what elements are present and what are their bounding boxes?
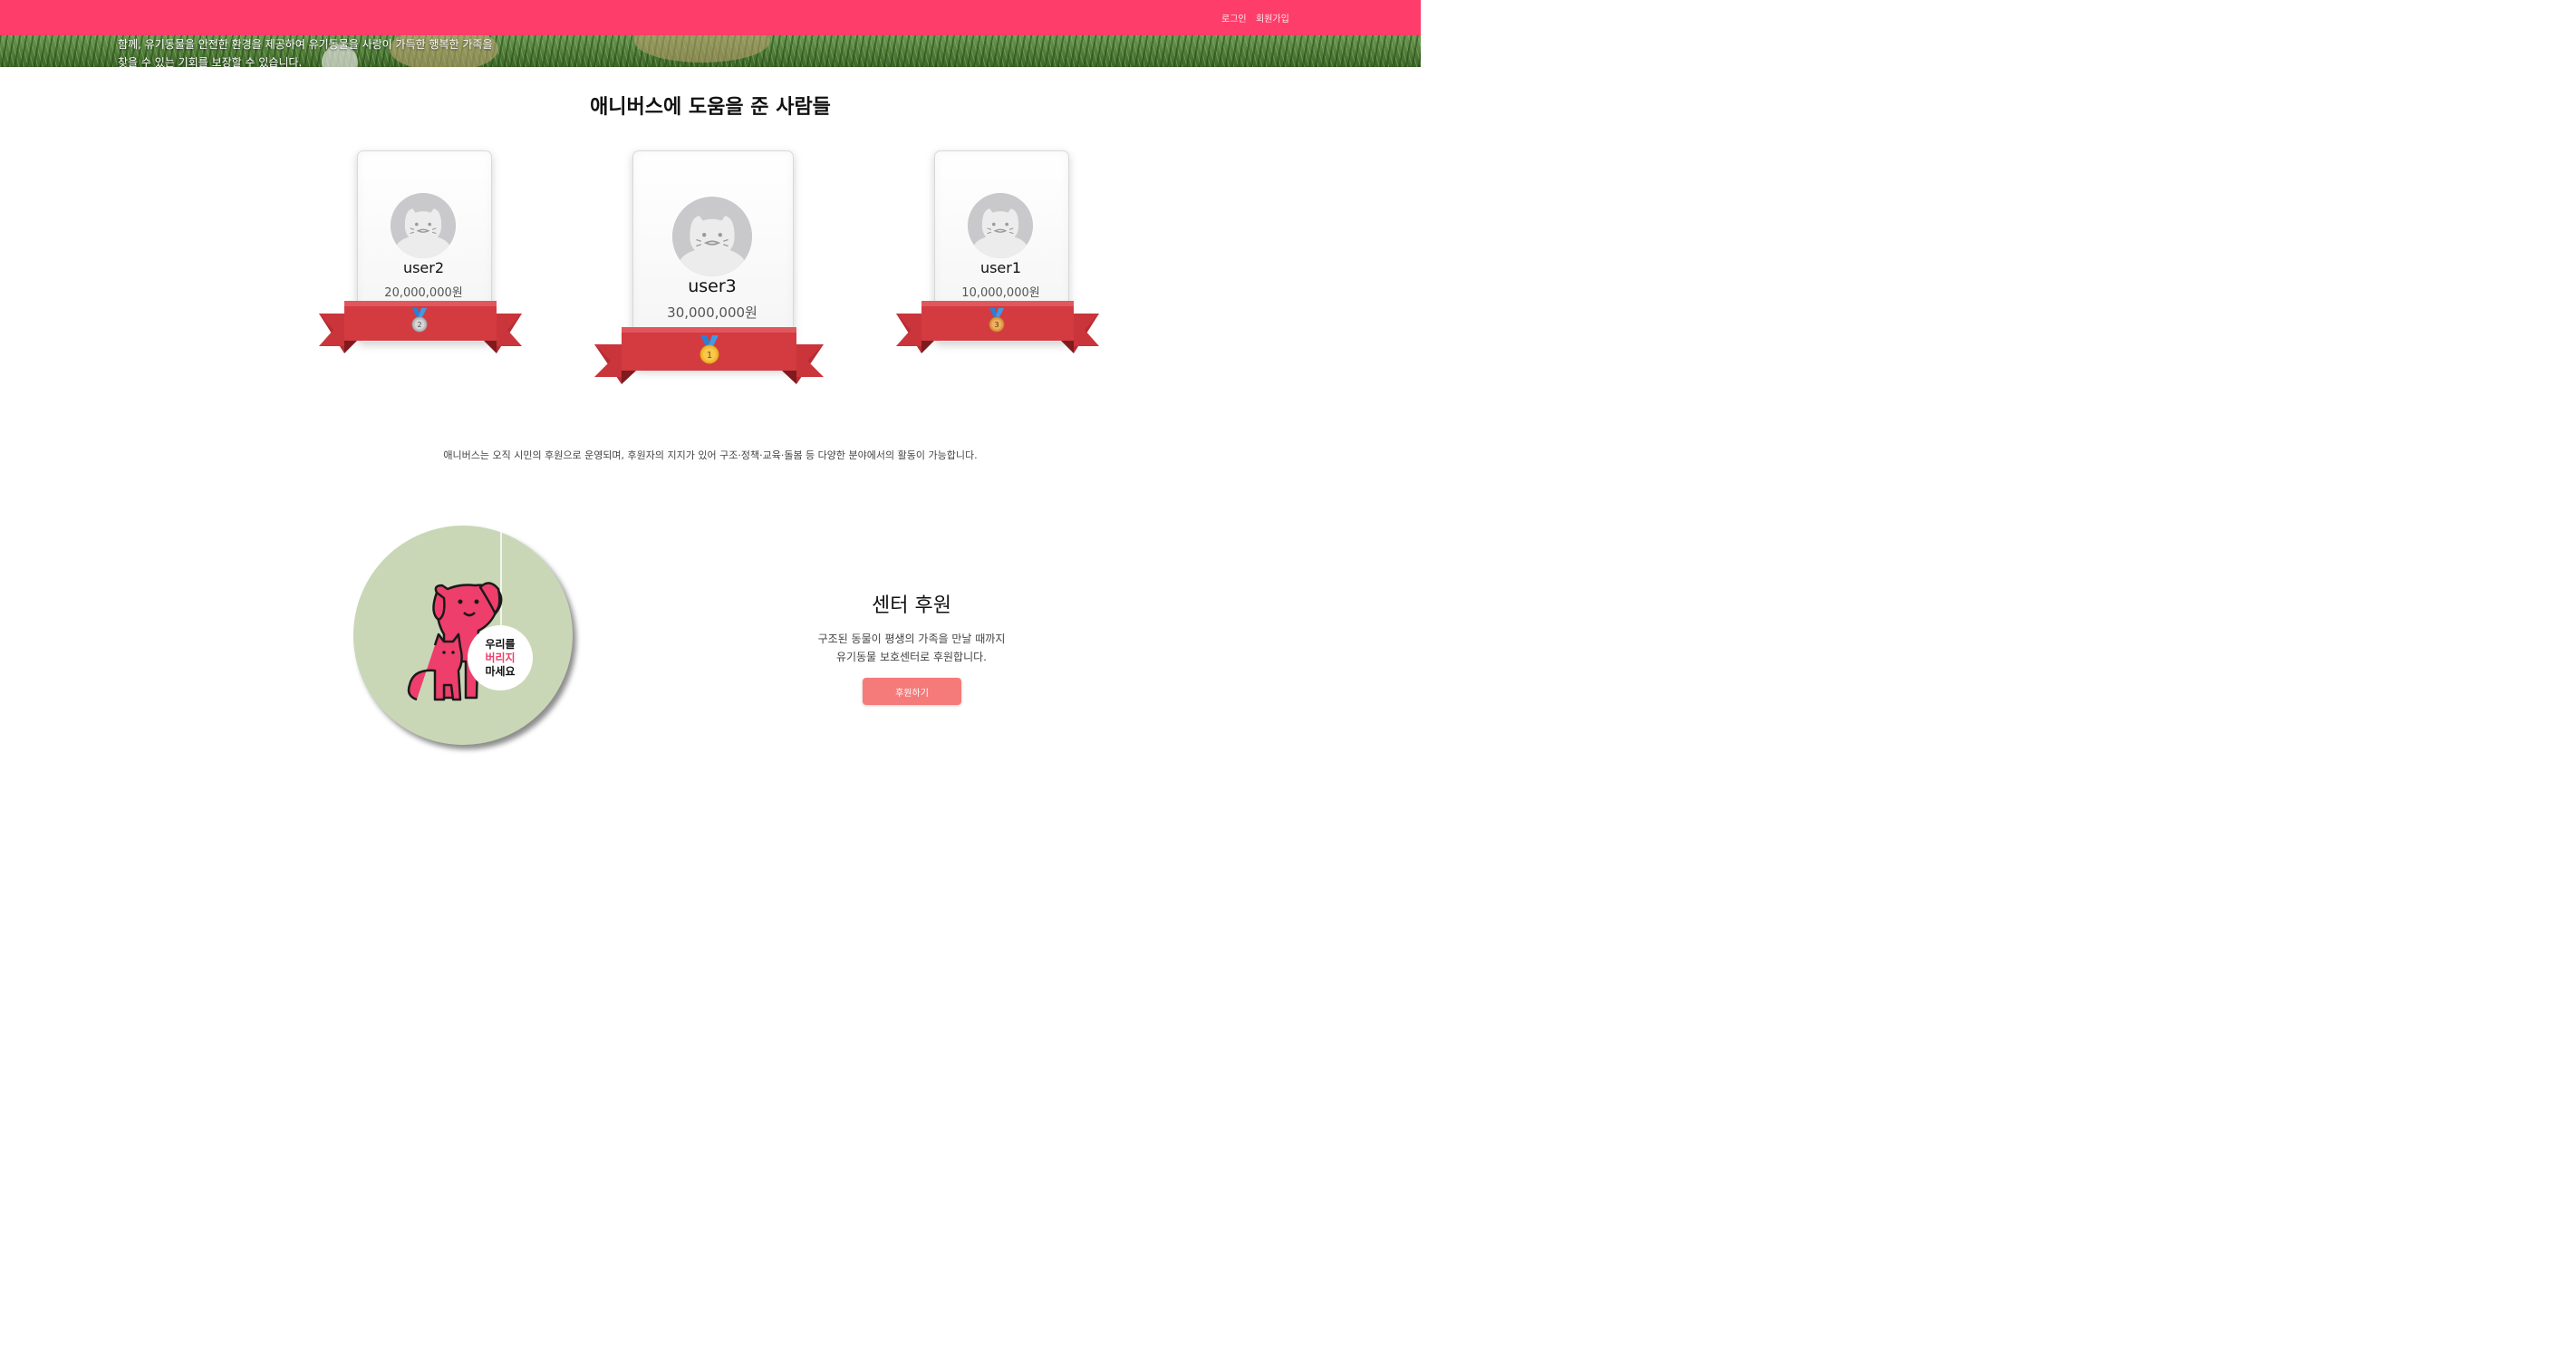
medal-rank-label: 3: [994, 321, 999, 329]
pet-face-icon: [672, 197, 752, 276]
poster-text-line3: 마세요: [485, 665, 516, 678]
pet-face-icon: [391, 193, 456, 258]
top-nav-bar: 로그인 회원가입: [0, 0, 1421, 35]
bronze-medal-icon: 3: [988, 308, 1006, 333]
donor-name: user1: [979, 259, 1022, 276]
login-link[interactable]: 로그인: [1221, 11, 1247, 24]
avatar: [968, 193, 1033, 258]
donate-button[interactable]: 후원하기: [863, 678, 961, 705]
donor-name: user3: [688, 276, 737, 296]
donation-description: 애니버스는 오직 시민의 후원으로 운영되며, 후원자의 지지가 있어 구조·정…: [443, 449, 978, 461]
donor-name: user2: [402, 259, 445, 276]
donors-title: 애니버스에 도움을 준 사람들: [590, 96, 831, 119]
pet-face-icon: [968, 193, 1033, 258]
poster-text-line2: 버리지: [485, 652, 516, 664]
donor-amount: 30,000,000원: [667, 304, 757, 321]
avatar: [672, 197, 752, 276]
center-support-title: 센터 후원: [872, 594, 951, 617]
center-support-text-line1: 구조된 동물이 평생의 가족을 만날 때까지: [817, 633, 1006, 645]
silver-medal-icon: 2: [410, 308, 429, 333]
hero-text-line2: 찾을 수 있는 기회를 보장할 수 있습니다.: [118, 56, 303, 67]
medal-rank-label: 1: [707, 351, 712, 361]
donor-amount: 20,000,000원: [384, 286, 463, 300]
center-support-text-line2: 유기동물 보호센터로 후원합니다.: [835, 651, 987, 663]
adoption-poster-image: 우리를 버리지 마세요: [353, 526, 573, 745]
hero-banner: 함께, 유기동물을 안전한 환경을 제공하여 유기동물을 사랑이 가득한 행복한…: [0, 35, 1421, 67]
donor-amount: 10,000,000원: [961, 286, 1040, 300]
medal-rank-label: 2: [417, 321, 421, 329]
avatar: [391, 193, 456, 258]
hero-text-line1: 함께, 유기동물을 안전한 환경을 제공하여 유기동물을 사랑이 가득한 행복한…: [118, 38, 493, 51]
gold-medal-icon: 1: [699, 335, 720, 364]
poster-text-line1: 우리를: [485, 638, 516, 651]
signup-link[interactable]: 회원가입: [1256, 11, 1289, 24]
hero-animal-shape: [634, 35, 770, 63]
